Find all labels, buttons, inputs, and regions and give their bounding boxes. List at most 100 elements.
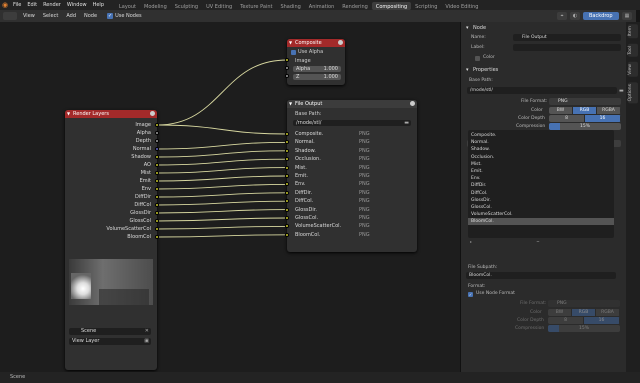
node-link[interactable] [156,141,288,150]
input-socket-glossdir[interactable] [285,207,289,212]
base-path-field[interactable]: /rnode/stl/ [467,87,617,94]
slot-color-mode-rgb[interactable]: RGB [572,309,596,316]
slot-item-occlusion[interactable]: Occlusion. [468,154,614,161]
slot-color-depth-8[interactable]: 8 [548,317,584,324]
workspace-tab-compositing[interactable]: Compositing [371,1,412,10]
output-socket-mist[interactable] [155,171,159,175]
slot-item-env[interactable]: Env. [468,175,614,182]
node-canvas[interactable]: ▼ Render Layers Image Alpha Depth Normal Sha… [0,22,460,372]
color-mode-bw[interactable]: BW [549,107,573,114]
label-field[interactable] [513,44,621,51]
editor-menu-select[interactable]: Select [39,13,62,19]
node-link[interactable] [156,158,288,166]
slot-item-diffdir[interactable]: DiffDir. [468,182,614,189]
base-path-field[interactable]: /rnode/stl/ ▬ [293,120,411,126]
menu-file[interactable]: File [10,0,24,10]
workspace-tab-shading[interactable]: Shading [276,2,304,10]
overlay-icon[interactable]: ◐ [570,12,580,20]
input-socket-bloomcol[interactable] [285,232,289,237]
slot-item-diffcol[interactable]: DiffCol. [468,190,614,197]
file-format-dropdown[interactable]: PNG [549,98,621,105]
slot-color-depth-16[interactable]: 16 [584,317,620,324]
slot-item-bloomcol[interactable]: BloomCol. [468,218,614,226]
output-socket-emit[interactable] [155,179,159,183]
node-link[interactable] [156,192,288,198]
input-socket-glosscol[interactable] [285,216,289,220]
output-socket-glossdir[interactable] [155,211,159,215]
input-socket-diffdir[interactable] [285,190,289,195]
use-alpha-checkbox[interactable] [291,50,296,55]
input-socket-composite[interactable] [285,132,289,136]
slot-color-mode-bw[interactable]: BW [548,309,572,316]
blender-logo-icon[interactable]: ◉ [0,0,10,10]
slot-item-shadow[interactable]: Shadow. [468,146,614,153]
output-socket-normal[interactable] [155,147,159,151]
sidebar-tab-options[interactable]: Options [628,82,638,104]
alpha-field[interactable]: Alpha 1.000 [293,66,341,72]
output-socket-image[interactable] [155,123,159,127]
node-options-icon[interactable] [410,101,415,106]
output-socket-ao[interactable] [155,163,159,167]
render-layers-header[interactable]: ▼ Render Layers [65,110,157,118]
collapse-arrow-icon[interactable]: ▼ [289,39,292,47]
view-layer-selector[interactable]: View Layer ▣ [69,338,151,345]
output-socket-shadow[interactable] [155,155,159,159]
color-checkbox[interactable] [475,56,480,61]
composite-z-socket[interactable] [285,74,289,78]
input-socket-mist[interactable] [285,165,289,170]
editor-menu-node[interactable]: Node [80,13,101,19]
render-layers-node[interactable]: ▼ Render Layers Image Alpha Depth Normal Sha… [65,110,159,370]
slot-item-volumescattercol[interactable]: VolumeScatterCol. [468,211,614,218]
folder-icon[interactable]: ▬ [404,120,409,126]
composite-node[interactable]: ▼ Composite Use Alpha Image Alpha 1.000 … [285,39,345,85]
workspace-tab-rendering[interactable]: Rendering [338,2,372,10]
slot-compression-slider[interactable]: 15% [548,325,620,332]
sidebar-tab-item[interactable]: Item [628,24,638,39]
node-link[interactable] [156,183,288,190]
output-socket-env[interactable] [155,187,159,191]
node-options-icon[interactable] [338,40,343,45]
slot-item-emit[interactable]: Emit. [468,168,614,175]
node-preview-icon[interactable] [150,111,155,116]
slot-file-format-dropdown[interactable]: PNG [548,300,620,307]
sidebar-tab-tool[interactable]: Tool [628,44,638,57]
output-socket-glosscol[interactable] [155,219,159,223]
slot-item-normal[interactable]: Normal. [468,139,614,146]
render-icon[interactable]: ▣ [144,338,149,345]
node-link[interactable] [156,175,288,182]
collapse-arrow-icon[interactable]: ▼ [67,110,70,118]
collapse-arrow-icon[interactable]: ▼ [289,100,292,108]
z-field[interactable]: Z 1.000 [293,74,341,80]
output-socket-diffcol[interactable] [155,203,159,207]
composite-header[interactable]: ▼ Composite [287,39,345,47]
output-socket-bloomcol[interactable] [155,235,159,239]
channel-icon[interactable]: ▦ [622,12,632,20]
snap-icon[interactable]: ⌖ [557,12,567,20]
file-output-header[interactable]: ▼ File Output [287,100,417,108]
composite-image-socket[interactable] [285,58,289,62]
workspace-tab-sculpting[interactable]: Sculpting [171,2,202,10]
name-field[interactable]: File Output [513,34,621,41]
menu-render[interactable]: Render [40,0,64,10]
node-link[interactable] [156,124,288,135]
slot-item-glosscol[interactable]: GlossCol. [468,204,614,211]
editor-type-selector[interactable] [3,12,17,20]
workspace-tab-modeling[interactable]: Modeling [140,2,171,10]
workspace-tab-layout[interactable]: Layout [115,2,140,10]
node-link[interactable] [156,150,288,158]
node-link[interactable] [156,225,288,230]
color-mode-rgb[interactable]: RGB [573,107,597,114]
folder-icon[interactable]: ▬ [619,88,624,94]
workspace-tab-animation[interactable]: Animation [305,2,339,10]
slot-item-glossdir[interactable]: GlossDir. [468,197,614,204]
file-subpath-field[interactable]: BloomCol. [466,272,616,279]
backdrop-toggle[interactable]: Backdrop [583,12,619,20]
output-socket-depth[interactable] [155,139,159,143]
input-socket-emit[interactable] [285,174,289,178]
output-socket-volumescattercol[interactable] [155,227,159,231]
input-socket-shadow[interactable] [285,148,289,153]
clear-icon[interactable]: ✕ [145,328,149,335]
slot-list-resize-handle[interactable]: ═ [530,240,546,244]
output-socket-alpha[interactable] [155,131,159,135]
node-link[interactable] [156,234,288,238]
